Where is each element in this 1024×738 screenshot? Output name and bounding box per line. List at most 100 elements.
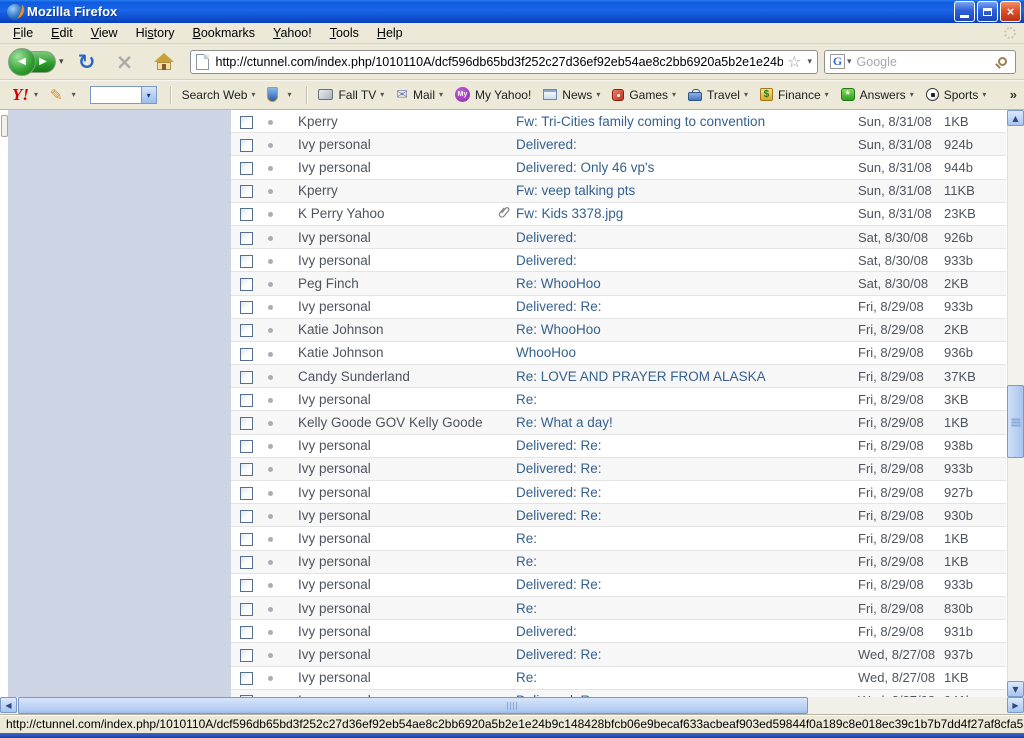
email-subject-link[interactable]: Fw: Kids 3378.jpg [516,206,858,221]
dropdown-arrow-icon[interactable]: ▾ [596,90,600,99]
email-checkbox[interactable] [240,440,253,453]
email-subject-link[interactable]: Re: [516,670,858,685]
horizontal-scroll-thumb[interactable] [18,697,808,714]
email-subject-link[interactable]: Delivered: Re: [516,461,858,476]
dropdown-arrow-icon[interactable]: ▾ [825,90,829,99]
toolbar-finance[interactable]: $Finance▾ [756,86,833,104]
email-checkbox[interactable] [240,463,253,476]
toolbar-search-web[interactable]: Search Web▾ [178,86,260,104]
email-subject-link[interactable]: Delivered: Re: [516,508,858,523]
email-checkbox[interactable] [240,487,253,500]
email-subject-link[interactable]: Delivered: Re: [516,438,858,453]
search-input[interactable]: Google [857,55,998,69]
email-checkbox[interactable] [240,139,253,152]
search-engine-dropdown-arrow[interactable]: ▾ [847,57,852,67]
email-subject-link[interactable]: Re: WhooHoo [516,322,858,337]
url-bar[interactable]: http://ctunnel.com/index.php/1010110A/dc… [190,50,818,74]
email-checkbox[interactable] [240,672,253,685]
email-checkbox[interactable] [240,626,253,639]
email-subject-link[interactable]: Re: [516,392,858,407]
combo-input[interactable] [90,86,142,104]
email-checkbox[interactable] [240,208,253,221]
dropdown-arrow-icon[interactable]: ▾ [910,90,914,99]
mini-scrollbar[interactable] [1,115,8,137]
dropdown-arrow-icon[interactable]: ▾ [672,90,676,99]
dropdown-arrow-icon[interactable]: ▾ [982,90,986,99]
email-subject-link[interactable]: Re: [516,601,858,616]
email-subject-link[interactable]: Re: [516,531,858,546]
email-subject-link[interactable]: WhooHoo [516,345,858,360]
email-checkbox[interactable] [240,649,253,662]
scroll-up-button[interactable]: ▲ [1007,110,1024,126]
toolbar-overflow-chevron[interactable]: » [1010,87,1017,102]
dropdown-arrow-icon[interactable]: ▾ [72,90,76,99]
email-subject-link[interactable]: Fw: Tri-Cities family coming to conventi… [516,114,858,129]
toolbar-games[interactable]: Games▾ [608,86,680,104]
toolbar-search-combo[interactable]: ▾ [90,86,157,104]
minimize-button[interactable] [954,1,975,22]
email-subject-link[interactable]: Delivered: Re: [516,577,858,592]
dropdown-arrow-icon[interactable]: ▾ [439,90,443,99]
bookmark-star-icon[interactable]: ☆ [787,52,801,71]
toolbar-pencil-icon[interactable]: ✎▾ [46,84,80,106]
toolbar-fall-tv[interactable]: Fall TV▾ [314,86,388,104]
email-subject-link[interactable]: Delivered: [516,253,858,268]
email-subject-link[interactable]: Delivered: Re: [516,485,858,500]
scroll-right-button[interactable]: ▶ [1007,697,1024,713]
email-checkbox[interactable] [240,324,253,337]
email-subject-link[interactable]: Re: What a day! [516,415,858,430]
toolbar-my-yahoo[interactable]: MyMy Yahoo! [451,85,535,104]
scroll-down-button[interactable]: ▼ [1007,681,1024,697]
email-checkbox[interactable] [240,278,253,291]
urlbar-dropdown-arrow[interactable]: ▾ [807,57,812,67]
toolbar-news[interactable]: News▾ [539,86,604,104]
home-button[interactable] [154,54,174,70]
menu-tools[interactable]: Tools [321,24,368,42]
email-checkbox[interactable] [240,116,253,129]
email-subject-link[interactable]: Delivered: [516,137,858,152]
menu-view[interactable]: View [82,24,127,42]
email-checkbox[interactable] [240,371,253,384]
email-checkbox[interactable] [240,162,253,175]
search-box[interactable]: G ▾ Google [824,50,1016,74]
email-checkbox[interactable] [240,255,253,268]
toolbar-answers[interactable]: *Answers▾ [837,86,918,104]
combo-dropdown-button[interactable]: ▾ [142,86,157,104]
email-subject-link[interactable]: Delivered: [516,230,858,245]
email-checkbox[interactable] [240,510,253,523]
toolbar-travel[interactable]: Travel▾ [684,86,752,104]
horizontal-scrollbar[interactable]: ◀ ▶ [0,697,1024,714]
dropdown-arrow-icon[interactable]: ▾ [744,90,748,99]
email-checkbox[interactable] [240,603,253,616]
menu-help[interactable]: Help [368,24,412,42]
email-subject-link[interactable]: Delivered: Re: [516,299,858,314]
history-dropdown-arrow[interactable]: ▾ [59,57,64,67]
scroll-left-button[interactable]: ◀ [0,697,17,713]
email-subject-link[interactable]: Fw: veep talking pts [516,183,858,198]
email-subject-link[interactable]: Re: LOVE AND PRAYER FROM ALASKA [516,369,858,384]
url-input[interactable]: http://ctunnel.com/index.php/1010110A/dc… [216,55,784,69]
email-checkbox[interactable] [240,185,253,198]
email-checkbox[interactable] [240,417,253,430]
dropdown-arrow-icon[interactable]: ▾ [380,90,384,99]
back-button[interactable]: ◀ [8,48,36,76]
menu-bookmarks[interactable]: Bookmarks [184,24,265,42]
search-magnifier-icon[interactable] [998,57,1007,66]
close-button[interactable]: × [1000,1,1021,22]
email-checkbox[interactable] [240,533,253,546]
toolbar-yahoo-logo-icon[interactable]: Y!▾ [8,83,42,107]
dropdown-arrow-icon[interactable]: ▾ [287,90,291,99]
email-checkbox[interactable] [240,348,253,361]
menu-file[interactable]: File [4,24,42,42]
email-checkbox[interactable] [240,301,253,314]
menu-edit[interactable]: Edit [42,24,82,42]
vertical-scroll-thumb[interactable] [1007,385,1024,458]
email-checkbox[interactable] [240,394,253,407]
email-checkbox[interactable] [240,232,253,245]
restore-button[interactable] [977,1,998,22]
dropdown-arrow-icon[interactable]: ▾ [34,90,38,99]
dropdown-arrow-icon[interactable]: ▾ [251,90,255,99]
toolbar-sports[interactable]: Sports▾ [922,86,991,104]
menu-history[interactable]: History [127,24,184,42]
stop-button[interactable]: × [112,50,138,74]
